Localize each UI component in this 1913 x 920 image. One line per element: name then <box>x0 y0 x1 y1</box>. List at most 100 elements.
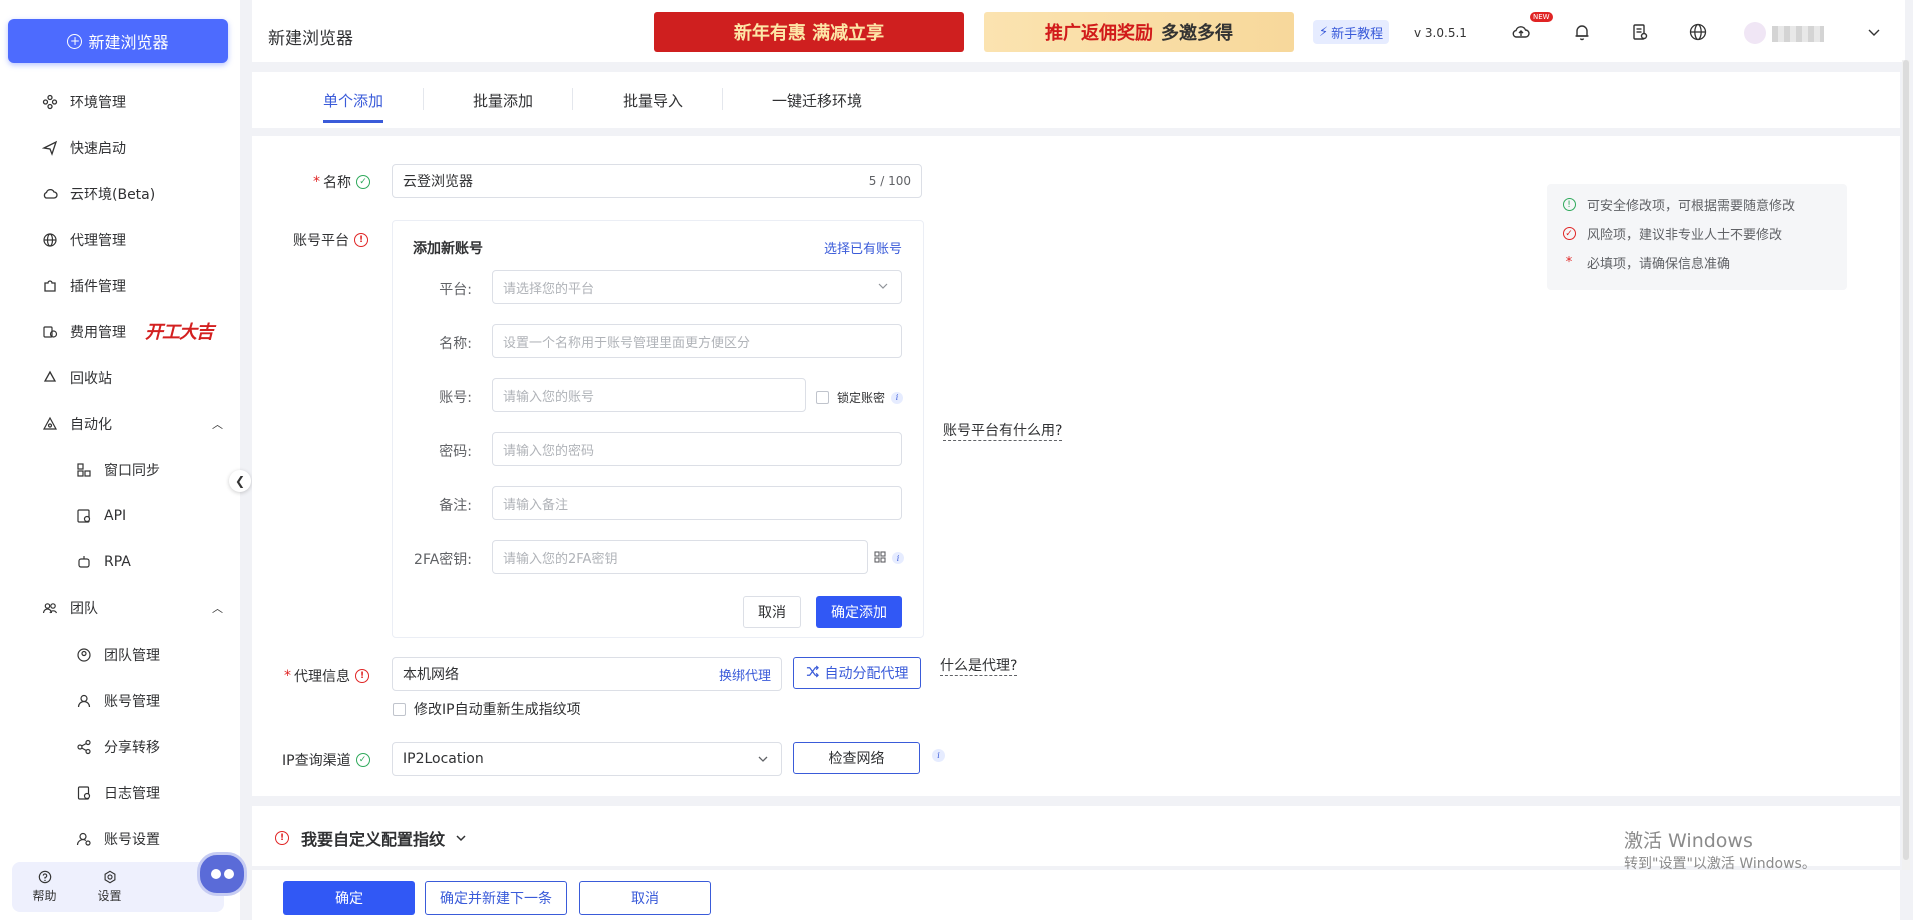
settings-label: 设置 <box>97 889 122 903</box>
sidebar-item-quick-launch[interactable]: 快速启动 <box>42 136 126 160</box>
language-globe-icon[interactable] <box>1688 22 1708 42</box>
sidebar: + 新建浏览器 环境管理 快速启动 云环境(Beta) 代理管理 插件管理 费用… <box>0 0 240 920</box>
name-input[interactable]: 云登浏览器 5 / 100 <box>392 164 922 198</box>
lightning-icon: ⚡ <box>1319 24 1329 40</box>
avatar[interactable] <box>1744 22 1766 44</box>
tab-migrate-env[interactable]: 一键迁移环境 <box>772 90 862 111</box>
account-name-input[interactable]: 设置一个名称用于账号管理里面更方便区分 <box>492 324 902 358</box>
name-value: 云登浏览器 <box>403 174 473 190</box>
sidebar-item-label: RPA <box>104 554 131 570</box>
new-browser-button[interactable]: + 新建浏览器 <box>8 19 228 63</box>
sidebar-item-environments[interactable]: 环境管理 <box>42 90 126 114</box>
legend-risk: ✓ 风险项，建议非专业人士不要修改 <box>1561 224 1782 243</box>
bell-icon[interactable] <box>1572 22 1592 42</box>
sidebar-item-share-transfer[interactable]: 分享转移 <box>76 735 160 759</box>
tab-batch-import[interactable]: 批量导入 <box>623 90 683 111</box>
tab-batch-add[interactable]: 批量添加 <box>473 90 533 111</box>
custom-fingerprint-toggle[interactable]: ! 我要自定义配置指纹 <box>275 826 467 850</box>
tab-single-add[interactable]: 单个添加 <box>323 90 383 111</box>
banner-text: 新年有惠 满减立享 <box>733 23 885 44</box>
confirm-and-next-button[interactable]: 确定并新建下一条 <box>425 881 567 915</box>
help-button[interactable]: 帮助 <box>12 862 77 912</box>
info-icon[interactable]: i <box>932 749 945 762</box>
document-icon[interactable] <box>1630 22 1650 42</box>
promo-banner-referral[interactable]: 推广返佣奖励 多邀多得 <box>984 12 1294 52</box>
field-legend: ! 可安全修改项，可根据需要随意修改 ✓ 风险项，建议非专业人士不要修改 * 必… <box>1547 184 1847 290</box>
name-char-counter: 5 / 100 <box>868 174 911 188</box>
cloud-upload-icon[interactable] <box>1511 22 1531 42</box>
sidebar-item-cloud-env[interactable]: 云环境(Beta) <box>42 182 155 206</box>
tutorial-button[interactable]: ⚡ 新手教程 <box>1313 20 1390 44</box>
confirm-button[interactable]: 确定 <box>283 881 415 915</box>
cancel-button[interactable]: 取消 <box>579 881 711 915</box>
promo-banner-new-year[interactable]: 新年有惠 满减立享 <box>654 12 964 52</box>
check-circle-icon: ✓ <box>355 753 370 767</box>
ip-channel-label: IP查询渠道 <box>282 753 351 769</box>
platform-select[interactable]: 请选择您的平台 <box>492 270 902 304</box>
chevron-up-icon[interactable]: ︿ <box>212 416 223 432</box>
chevron-left-icon: ❮ <box>234 474 246 488</box>
account-input[interactable]: 请输入您的账号 <box>492 378 806 412</box>
twofa-input[interactable]: 请输入您的2FA密钥 <box>492 540 868 574</box>
lock-credentials-label: 锁定账密 <box>837 391 886 405</box>
sidebar-item-account-settings[interactable]: 账号设置 <box>76 827 160 851</box>
sidebar-item-team-management[interactable]: 团队管理 <box>76 643 160 667</box>
page-scrollbar[interactable] <box>1902 60 1910 870</box>
cancel-add-account-button[interactable]: 取消 <box>743 596 801 628</box>
tutorial-label: 新手教程 <box>1331 26 1384 42</box>
account-label: 账号: <box>439 390 472 406</box>
promo-badge: 开工大吉 <box>145 322 214 343</box>
sidebar-item-plugins[interactable]: 插件管理 <box>42 274 126 298</box>
sidebar-item-window-sync[interactable]: 窗口同步 <box>76 458 160 482</box>
select-existing-account-link[interactable]: 选择已有账号 <box>824 238 902 257</box>
recycle-icon <box>42 370 58 386</box>
sidebar-item-rpa[interactable]: RPA <box>76 550 131 574</box>
automation-icon <box>42 416 58 432</box>
new-browser-label: 新建浏览器 <box>88 33 169 52</box>
sidebar-item-billing[interactable]: 费用管理 <box>42 320 126 344</box>
sidebar-item-recycle-bin[interactable]: 回收站 <box>42 366 112 390</box>
account-platform-help-link[interactable]: 账号平台有什么用? <box>943 422 1063 441</box>
legend-safe-text: 可安全修改项，可根据需要随意修改 <box>1587 199 1796 214</box>
chevron-down-icon <box>877 280 889 296</box>
sidebar-item-automation[interactable]: 自动化 <box>42 412 112 436</box>
ip-channel-select[interactable]: IP2Location <box>392 742 782 776</box>
account-name-placeholder: 设置一个名称用于账号管理里面更方便区分 <box>503 335 751 351</box>
sidebar-item-label: 回收站 <box>70 371 112 387</box>
log-icon <box>76 785 92 801</box>
sidebar-item-logs[interactable]: 日志管理 <box>76 781 160 805</box>
check-network-button[interactable]: 检查网络 <box>793 742 920 774</box>
remark-label: 备注: <box>439 498 472 514</box>
settings-button[interactable]: 设置 <box>77 862 142 912</box>
required-mark: * <box>313 174 320 190</box>
qr-code-icon[interactable] <box>874 551 886 567</box>
proxy-input[interactable]: 本机网络 换绑代理 <box>392 657 782 691</box>
checkbox-box <box>393 702 406 716</box>
remark-input[interactable]: 请输入备注 <box>492 486 902 520</box>
sidebar-item-api[interactable]: API <box>76 504 126 528</box>
globe-icon <box>42 232 58 248</box>
what-is-proxy-link[interactable]: 什么是代理? <box>940 657 1018 676</box>
sidebar-item-proxy[interactable]: 代理管理 <box>42 228 126 252</box>
share-icon <box>76 739 92 755</box>
info-icon[interactable]: i <box>891 391 904 404</box>
regen-fingerprint-checkbox[interactable]: 修改IP自动重新生成指纹项 <box>393 699 581 719</box>
sidebar-item-team[interactable]: 团队 <box>42 596 98 620</box>
lock-credentials-checkbox[interactable]: 锁定账密 i <box>816 389 904 406</box>
confirm-add-account-button[interactable]: 确定添加 <box>816 596 902 628</box>
chevron-up-icon[interactable]: ︿ <box>212 600 223 616</box>
chevron-down-icon <box>757 753 769 769</box>
info-icon[interactable]: i <box>892 552 904 564</box>
assistant-robot-icon[interactable] <box>197 852 247 896</box>
sidebar-collapse-button[interactable]: ❮ <box>229 470 251 492</box>
required-mark: * <box>1565 255 1573 270</box>
chevron-down-icon[interactable] <box>1864 22 1884 42</box>
password-input[interactable]: 请输入您的密码 <box>492 432 902 466</box>
sidebar-item-account-management[interactable]: 账号管理 <box>76 689 160 713</box>
sidebar-item-label: 窗口同步 <box>104 463 160 479</box>
scrollbar-thumb[interactable] <box>1903 60 1909 860</box>
platform-placeholder: 请选择您的平台 <box>503 281 595 297</box>
rebind-proxy-link[interactable]: 换绑代理 <box>719 665 771 684</box>
auto-assign-proxy-button[interactable]: 自动分配代理 <box>793 657 921 689</box>
user-settings-icon <box>76 831 92 847</box>
